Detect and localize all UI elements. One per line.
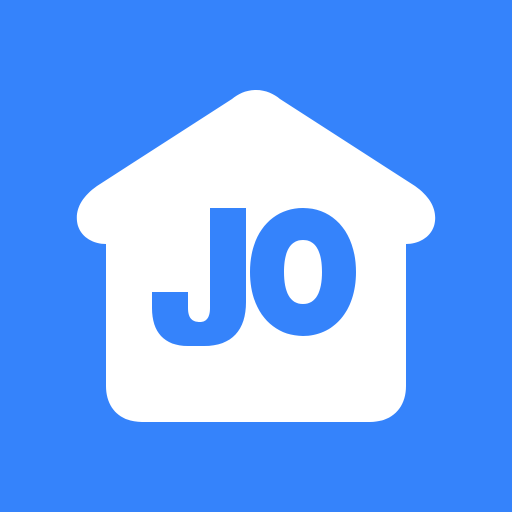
- app-icon: [0, 0, 512, 512]
- house-logo-icon: [0, 0, 512, 512]
